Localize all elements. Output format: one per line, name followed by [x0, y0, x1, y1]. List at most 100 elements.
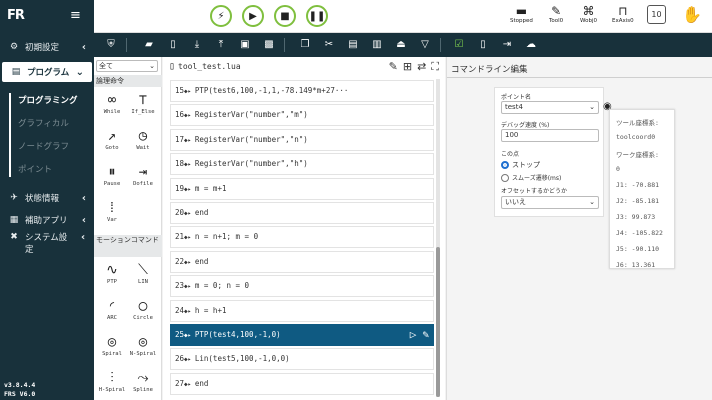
cmd-circle[interactable]: ◯ Circle: [128, 297, 158, 321]
enable-button[interactable]: ⚡: [210, 5, 232, 27]
move-down-icon[interactable]: ▽: [418, 38, 432, 52]
new-file-icon[interactable]: ▯: [166, 38, 180, 52]
paste-icon[interactable]: ▤: [346, 38, 360, 52]
add-icon[interactable]: ⊞: [403, 60, 412, 74]
cmd-spline[interactable]: ⤳ Spline: [128, 369, 158, 393]
edit-icon[interactable]: ✎: [389, 60, 398, 74]
sidebar: FR ≡ ⚙ 初期設定 ‹ ▤ プログラム ⌄ プログラミング グラフィカル ノ…: [0, 0, 94, 400]
point-name-select[interactable]: test4 ⌄: [501, 101, 599, 114]
code-line[interactable]: 19◆▸ m = m+1: [170, 177, 434, 200]
cmd-label: If_Else: [131, 109, 155, 115]
code-line[interactable]: 17◆▸ RegisterVar("number","n"): [170, 128, 434, 151]
pause-button[interactable]: ❚❚: [306, 5, 328, 27]
upload-icon[interactable]: ⤒: [214, 38, 228, 52]
cmd-wait[interactable]: ◷ Wait: [128, 127, 158, 151]
fullscreen-icon[interactable]: ⛶: [431, 60, 439, 74]
command-palette: 全て ⌄ 論理命令 ∞ While ⊤ If_Else ↗ Goto ◷ Wait ⏸ P…: [94, 57, 162, 400]
save-as-icon[interactable]: ▩: [262, 38, 276, 52]
cmd-dofile[interactable]: ⇥ Dofile: [128, 163, 158, 187]
radio-smooth[interactable]: スムーズ遷移(ms): [501, 173, 561, 182]
code-line[interactable]: 16◆▸ RegisterVar("number","m"): [170, 104, 434, 127]
stop-icon: ■: [280, 10, 290, 22]
section-logic-commands: 論理命令: [94, 75, 162, 87]
move-up-icon[interactable]: ⏏: [394, 38, 408, 52]
cut-icon[interactable]: ✂: [322, 38, 336, 52]
sidebar-sub-points[interactable]: ポイント: [18, 163, 52, 175]
cmd-while[interactable]: ∞ While: [97, 91, 127, 115]
sidebar-item-apps[interactable]: ▦ 補助アプリ ‹: [0, 210, 94, 230]
state-label: Stopped: [510, 18, 533, 24]
sidebar-sub-node-graph[interactable]: ノードグラフ: [18, 140, 69, 152]
cmd-goto[interactable]: ↗ Goto: [97, 127, 127, 151]
line-marker-icon: ◆▸: [184, 380, 195, 388]
tool-icon: ✎: [551, 4, 562, 18]
offset-select[interactable]: いいえ ⌄: [501, 196, 599, 209]
cmd-var[interactable]: ⁞ Var: [97, 199, 127, 223]
code-line[interactable]: 18◆▸ RegisterVar("number","h"): [170, 153, 434, 176]
save-icon[interactable]: ▣: [238, 38, 252, 52]
toolbar-divider: [126, 38, 127, 52]
exaxis-indicator[interactable]: ⊓ ExAxis0: [612, 4, 634, 24]
line-marker-icon: ◆▸: [184, 112, 195, 120]
apps-icon: ▦: [9, 215, 19, 225]
code-line[interactable]: 23◆▸ m = 0; n = 0: [170, 275, 434, 298]
document-icon[interactable]: ▯: [476, 38, 490, 52]
line-code: end: [194, 256, 209, 266]
sidebar-item-system[interactable]: ✖ システム設定 ‹: [0, 232, 94, 262]
sidebar-item-initial-settings[interactable]: ⚙ 初期設定 ‹: [0, 37, 94, 57]
line-number: 27: [175, 378, 185, 388]
code-line[interactable]: 15◆▸ PTP(test6,100,-1,1,-78.149*m+27···: [170, 80, 434, 102]
wobj-indicator[interactable]: ⌘ Wobj0: [580, 4, 597, 24]
folder-icon[interactable]: ▰: [142, 38, 156, 52]
cmd-lin[interactable]: ⟍ LIN: [128, 261, 158, 285]
sidebar-sub-graphical[interactable]: グラフィカル: [18, 117, 69, 129]
code-line[interactable]: 26◆▸ Lin(test5,100,-1,0,0): [170, 348, 434, 371]
scrollbar-thumb[interactable]: [436, 247, 440, 397]
code-line[interactable]: 22◆▸ end: [170, 250, 434, 273]
edit-line-icon[interactable]: ✎: [422, 328, 429, 342]
cmd-h-spiral[interactable]: ⫶ H-Spiral: [97, 369, 127, 393]
stop-button[interactable]: ■: [274, 5, 296, 27]
debug-speed-input[interactable]: 100: [501, 129, 599, 142]
code-line[interactable]: 24◆▸ h = h+1: [170, 299, 434, 322]
copy-icon[interactable]: ❐: [298, 38, 312, 52]
download-icon[interactable]: ⤓: [190, 38, 204, 52]
play-button[interactable]: ▶: [242, 5, 264, 27]
code-line[interactable]: 20◆▸ end: [170, 202, 434, 224]
shield-icon[interactable]: ⛨: [104, 38, 118, 52]
cmd-n-spiral[interactable]: ◎ N-Spiral: [128, 333, 158, 357]
swap-icon[interactable]: ⇄: [417, 60, 426, 74]
speed-value[interactable]: 10: [647, 5, 666, 24]
state-icon: ▬: [515, 4, 528, 18]
radio-unselected-icon: [501, 173, 509, 182]
cmd-if-else[interactable]: ⊤ If_Else: [128, 91, 158, 115]
cmd-label: Goto: [105, 145, 119, 151]
import-icon[interactable]: ⇥: [500, 38, 514, 52]
cmd-label: While: [103, 109, 121, 115]
joint-j2: J2: -85.181: [616, 197, 660, 205]
sidebar-item-program[interactable]: ▤ プログラム ⌄: [2, 62, 92, 82]
line-number: 26: [175, 354, 185, 364]
command-filter-select[interactable]: 全て ⌄: [96, 60, 158, 72]
sidebar-item-label: 初期設定: [25, 43, 60, 53]
edit-icon[interactable]: ☑: [452, 38, 466, 52]
sidebar-sub-programming[interactable]: プログラミング: [18, 94, 78, 106]
code-line-selected[interactable]: 25◆▸ PTP(test4,100,-1,0) ▷ ✎: [170, 324, 434, 346]
tool-indicator[interactable]: ✎ Tool0: [549, 4, 563, 24]
delete-icon[interactable]: ▥: [370, 38, 384, 52]
line-code: h = h+1: [194, 305, 227, 315]
file-tab[interactable]: ▯ tool_test.lua: [169, 61, 241, 72]
radio-stop[interactable]: ストップ: [501, 160, 540, 170]
code-line[interactable]: 27◆▸ end: [170, 372, 434, 395]
sidebar-item-status[interactable]: ✈ 状態情報 ‹: [0, 188, 94, 208]
cmd-arc[interactable]: ◜ ARC: [97, 297, 127, 321]
code-line[interactable]: 21◆▸ n = n+1; m = 0: [170, 226, 434, 249]
cloud-icon[interactable]: ☁: [524, 38, 538, 52]
hand-drag-icon[interactable]: ✋: [682, 5, 702, 24]
cmd-spiral[interactable]: ◎ Spiral: [97, 333, 127, 357]
cmd-ptp[interactable]: ∿ PTP: [97, 261, 127, 285]
cmd-pause[interactable]: ⏸ Pause: [97, 163, 127, 187]
run-line-icon[interactable]: ▷: [410, 328, 417, 342]
tool-coord-value: toolcoord0: [616, 133, 656, 141]
menu-icon[interactable]: ≡: [70, 8, 81, 23]
